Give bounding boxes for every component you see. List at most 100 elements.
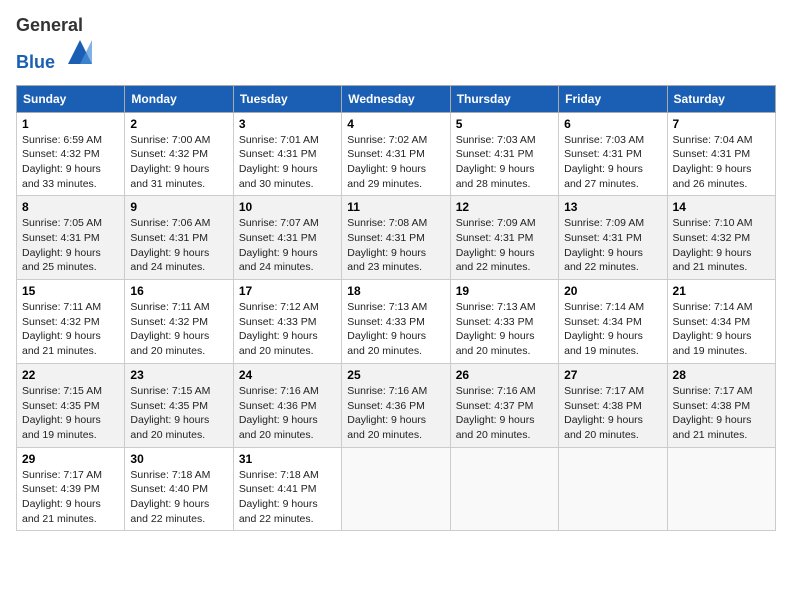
day-detail: Sunrise: 7:11 AMSunset: 4:32 PMDaylight:… — [22, 301, 101, 357]
day-number: 31 — [239, 452, 336, 466]
column-header-thursday: Thursday — [450, 85, 558, 112]
day-number: 29 — [22, 452, 119, 466]
calendar-cell: 28 Sunrise: 7:17 AMSunset: 4:38 PMDaylig… — [667, 363, 775, 447]
calendar-header-row: SundayMondayTuesdayWednesdayThursdayFrid… — [17, 85, 776, 112]
day-number: 16 — [130, 284, 227, 298]
day-detail: Sunrise: 7:06 AMSunset: 4:31 PMDaylight:… — [130, 217, 210, 273]
day-detail: Sunrise: 6:59 AMSunset: 4:32 PMDaylight:… — [22, 134, 102, 190]
day-number: 25 — [347, 368, 444, 382]
calendar-cell — [559, 447, 667, 531]
page-header: General Blue — [16, 16, 776, 73]
calendar-cell — [450, 447, 558, 531]
day-detail: Sunrise: 7:15 AMSunset: 4:35 PMDaylight:… — [22, 385, 102, 441]
calendar-cell: 7 Sunrise: 7:04 AMSunset: 4:31 PMDayligh… — [667, 112, 775, 196]
calendar-table: SundayMondayTuesdayWednesdayThursdayFrid… — [16, 85, 776, 532]
day-number: 5 — [456, 117, 553, 131]
week-row-2: 8 Sunrise: 7:05 AMSunset: 4:31 PMDayligh… — [17, 196, 776, 280]
day-number: 3 — [239, 117, 336, 131]
day-detail: Sunrise: 7:12 AMSunset: 4:33 PMDaylight:… — [239, 301, 319, 357]
calendar-cell: 16 Sunrise: 7:11 AMSunset: 4:32 PMDaylig… — [125, 280, 233, 364]
calendar-cell: 14 Sunrise: 7:10 AMSunset: 4:32 PMDaylig… — [667, 196, 775, 280]
day-number: 21 — [673, 284, 770, 298]
week-row-3: 15 Sunrise: 7:11 AMSunset: 4:32 PMDaylig… — [17, 280, 776, 364]
logo-blue-text: Blue — [16, 52, 55, 72]
day-detail: Sunrise: 7:10 AMSunset: 4:32 PMDaylight:… — [673, 217, 753, 273]
calendar-cell: 8 Sunrise: 7:05 AMSunset: 4:31 PMDayligh… — [17, 196, 125, 280]
day-number: 19 — [456, 284, 553, 298]
calendar-cell: 6 Sunrise: 7:03 AMSunset: 4:31 PMDayligh… — [559, 112, 667, 196]
day-number: 9 — [130, 200, 227, 214]
calendar-cell: 9 Sunrise: 7:06 AMSunset: 4:31 PMDayligh… — [125, 196, 233, 280]
day-detail: Sunrise: 7:16 AMSunset: 4:37 PMDaylight:… — [456, 385, 536, 441]
day-detail: Sunrise: 7:14 AMSunset: 4:34 PMDaylight:… — [673, 301, 753, 357]
calendar-cell: 26 Sunrise: 7:16 AMSunset: 4:37 PMDaylig… — [450, 363, 558, 447]
day-detail: Sunrise: 7:00 AMSunset: 4:32 PMDaylight:… — [130, 134, 210, 190]
day-detail: Sunrise: 7:01 AMSunset: 4:31 PMDaylight:… — [239, 134, 319, 190]
week-row-1: 1 Sunrise: 6:59 AMSunset: 4:32 PMDayligh… — [17, 112, 776, 196]
day-number: 17 — [239, 284, 336, 298]
week-row-5: 29 Sunrise: 7:17 AMSunset: 4:39 PMDaylig… — [17, 447, 776, 531]
day-number: 7 — [673, 117, 770, 131]
day-number: 8 — [22, 200, 119, 214]
day-number: 2 — [130, 117, 227, 131]
calendar-cell — [667, 447, 775, 531]
day-detail: Sunrise: 7:15 AMSunset: 4:35 PMDaylight:… — [130, 385, 210, 441]
day-number: 13 — [564, 200, 661, 214]
day-detail: Sunrise: 7:13 AMSunset: 4:33 PMDaylight:… — [347, 301, 427, 357]
calendar-cell: 17 Sunrise: 7:12 AMSunset: 4:33 PMDaylig… — [233, 280, 341, 364]
day-detail: Sunrise: 7:05 AMSunset: 4:31 PMDaylight:… — [22, 217, 102, 273]
calendar-cell: 30 Sunrise: 7:18 AMSunset: 4:40 PMDaylig… — [125, 447, 233, 531]
week-row-4: 22 Sunrise: 7:15 AMSunset: 4:35 PMDaylig… — [17, 363, 776, 447]
day-detail: Sunrise: 7:03 AMSunset: 4:31 PMDaylight:… — [564, 134, 644, 190]
logo: General Blue — [16, 16, 96, 73]
day-number: 6 — [564, 117, 661, 131]
column-header-sunday: Sunday — [17, 85, 125, 112]
day-number: 23 — [130, 368, 227, 382]
column-header-monday: Monday — [125, 85, 233, 112]
day-number: 22 — [22, 368, 119, 382]
calendar-cell: 1 Sunrise: 6:59 AMSunset: 4:32 PMDayligh… — [17, 112, 125, 196]
day-detail: Sunrise: 7:02 AMSunset: 4:31 PMDaylight:… — [347, 134, 427, 190]
day-detail: Sunrise: 7:11 AMSunset: 4:32 PMDaylight:… — [130, 301, 209, 357]
day-detail: Sunrise: 7:17 AMSunset: 4:38 PMDaylight:… — [564, 385, 644, 441]
day-detail: Sunrise: 7:17 AMSunset: 4:38 PMDaylight:… — [673, 385, 753, 441]
day-number: 27 — [564, 368, 661, 382]
calendar-cell: 18 Sunrise: 7:13 AMSunset: 4:33 PMDaylig… — [342, 280, 450, 364]
calendar-cell: 19 Sunrise: 7:13 AMSunset: 4:33 PMDaylig… — [450, 280, 558, 364]
calendar-cell: 22 Sunrise: 7:15 AMSunset: 4:35 PMDaylig… — [17, 363, 125, 447]
calendar-cell: 27 Sunrise: 7:17 AMSunset: 4:38 PMDaylig… — [559, 363, 667, 447]
calendar-cell: 29 Sunrise: 7:17 AMSunset: 4:39 PMDaylig… — [17, 447, 125, 531]
column-header-friday: Friday — [559, 85, 667, 112]
day-number: 24 — [239, 368, 336, 382]
day-detail: Sunrise: 7:16 AMSunset: 4:36 PMDaylight:… — [239, 385, 319, 441]
calendar-cell: 23 Sunrise: 7:15 AMSunset: 4:35 PMDaylig… — [125, 363, 233, 447]
day-detail: Sunrise: 7:13 AMSunset: 4:33 PMDaylight:… — [456, 301, 536, 357]
day-detail: Sunrise: 7:09 AMSunset: 4:31 PMDaylight:… — [456, 217, 536, 273]
calendar-cell: 12 Sunrise: 7:09 AMSunset: 4:31 PMDaylig… — [450, 196, 558, 280]
day-number: 28 — [673, 368, 770, 382]
day-number: 15 — [22, 284, 119, 298]
day-detail: Sunrise: 7:04 AMSunset: 4:31 PMDaylight:… — [673, 134, 753, 190]
calendar-cell: 31 Sunrise: 7:18 AMSunset: 4:41 PMDaylig… — [233, 447, 341, 531]
day-number: 4 — [347, 117, 444, 131]
logo-icon — [64, 36, 96, 68]
calendar-cell: 20 Sunrise: 7:14 AMSunset: 4:34 PMDaylig… — [559, 280, 667, 364]
day-detail: Sunrise: 7:18 AMSunset: 4:41 PMDaylight:… — [239, 469, 319, 525]
day-detail: Sunrise: 7:18 AMSunset: 4:40 PMDaylight:… — [130, 469, 210, 525]
calendar-cell: 25 Sunrise: 7:16 AMSunset: 4:36 PMDaylig… — [342, 363, 450, 447]
logo-general-text: General — [16, 15, 83, 35]
calendar-cell: 2 Sunrise: 7:00 AMSunset: 4:32 PMDayligh… — [125, 112, 233, 196]
calendar-cell — [342, 447, 450, 531]
day-number: 30 — [130, 452, 227, 466]
day-number: 14 — [673, 200, 770, 214]
column-header-wednesday: Wednesday — [342, 85, 450, 112]
column-header-tuesday: Tuesday — [233, 85, 341, 112]
day-detail: Sunrise: 7:08 AMSunset: 4:31 PMDaylight:… — [347, 217, 427, 273]
calendar-cell: 5 Sunrise: 7:03 AMSunset: 4:31 PMDayligh… — [450, 112, 558, 196]
day-detail: Sunrise: 7:17 AMSunset: 4:39 PMDaylight:… — [22, 469, 102, 525]
calendar-cell: 21 Sunrise: 7:14 AMSunset: 4:34 PMDaylig… — [667, 280, 775, 364]
calendar-cell: 15 Sunrise: 7:11 AMSunset: 4:32 PMDaylig… — [17, 280, 125, 364]
day-detail: Sunrise: 7:09 AMSunset: 4:31 PMDaylight:… — [564, 217, 644, 273]
day-number: 26 — [456, 368, 553, 382]
column-header-saturday: Saturday — [667, 85, 775, 112]
